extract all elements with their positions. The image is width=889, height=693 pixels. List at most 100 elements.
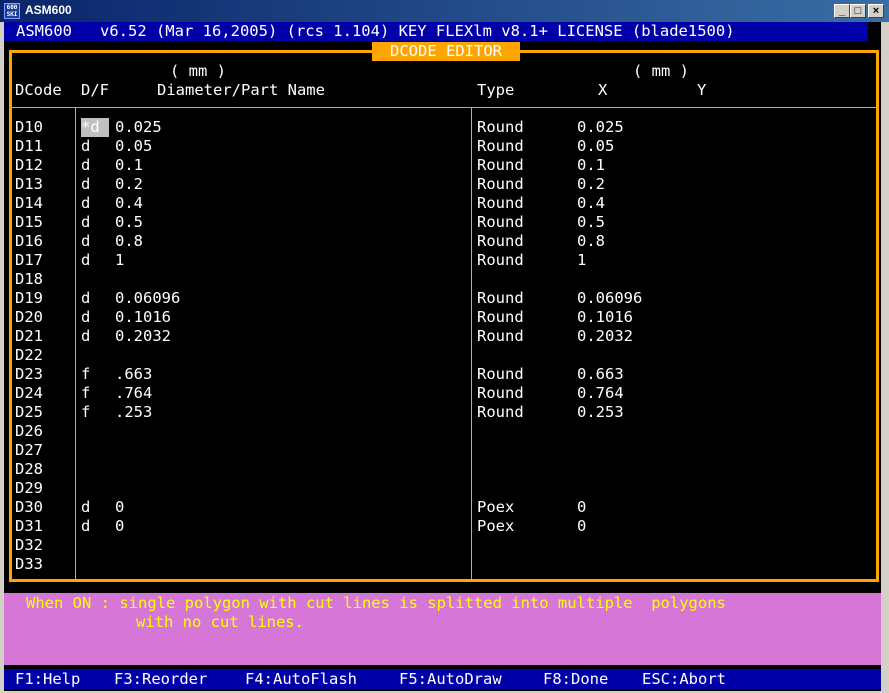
dcode-cell: D30 bbox=[15, 498, 43, 516]
dcode-cell: D10 bbox=[15, 118, 43, 136]
dcode-cell: D13 bbox=[15, 175, 43, 193]
df-cell: d bbox=[81, 289, 91, 307]
x-cell: 0.025 bbox=[577, 118, 624, 136]
maximize-button[interactable]: □ bbox=[850, 4, 866, 18]
x-cell: 0.764 bbox=[577, 384, 624, 402]
type-cell: Round bbox=[477, 213, 524, 231]
type-cell: Round bbox=[477, 118, 524, 136]
unit-label-right: ( mm ) bbox=[633, 62, 689, 80]
df-cell: f bbox=[81, 365, 91, 383]
title-bar: 600 SKI ASM600 _ □ × bbox=[0, 0, 889, 22]
x-cell: 1 bbox=[577, 251, 587, 269]
column-divider-type bbox=[471, 108, 472, 579]
x-cell: 0.1016 bbox=[577, 308, 633, 326]
dcode-cell: D29 bbox=[15, 479, 43, 497]
column-divider-dcode bbox=[75, 108, 76, 579]
diameter-cell: 1 bbox=[115, 251, 125, 269]
diameter-cell: .253 bbox=[115, 403, 153, 421]
header-divider bbox=[9, 107, 879, 108]
type-cell: Round bbox=[477, 327, 524, 345]
close-button[interactable]: × bbox=[868, 4, 884, 18]
x-cell: 0 bbox=[577, 517, 587, 535]
dcode-cell: D31 bbox=[15, 517, 43, 535]
help-message-line-2: with no cut lines. bbox=[136, 613, 304, 631]
f8-done-key[interactable]: F8:Done bbox=[543, 669, 608, 689]
dcode-cell: D11 bbox=[15, 137, 43, 155]
x-cell: 0.1 bbox=[577, 156, 605, 174]
diameter-cell: 0.025 bbox=[115, 118, 162, 136]
type-cell: Round bbox=[477, 251, 524, 269]
df-cell: d bbox=[81, 308, 91, 326]
x-cell: 0.5 bbox=[577, 213, 605, 231]
header-df: D/F bbox=[81, 81, 109, 99]
df-cell: d bbox=[81, 156, 91, 174]
dcode-cell: D15 bbox=[15, 213, 43, 231]
x-cell: 0.8 bbox=[577, 232, 605, 250]
esc-abort-key[interactable]: ESC:Abort bbox=[642, 669, 726, 689]
dcode-cell: D28 bbox=[15, 460, 43, 478]
type-cell: Round bbox=[477, 194, 524, 212]
function-key-bar: F1:Help F3:Reorder F4:AutoFlash F5:AutoD… bbox=[4, 669, 881, 689]
type-cell: Round bbox=[477, 384, 524, 402]
f5-autodraw-key[interactable]: F5:AutoDraw bbox=[399, 669, 502, 689]
diameter-cell: 0.2 bbox=[115, 175, 143, 193]
dcode-cell: D17 bbox=[15, 251, 43, 269]
f1-help-key[interactable]: F1:Help bbox=[15, 669, 80, 689]
dcode-cell: D23 bbox=[15, 365, 43, 383]
dcode-cell: D32 bbox=[15, 536, 43, 554]
df-cell: *d bbox=[81, 118, 109, 137]
type-cell: Round bbox=[477, 289, 524, 307]
x-cell: 0.663 bbox=[577, 365, 624, 383]
type-cell: Round bbox=[477, 403, 524, 421]
df-cell: d bbox=[81, 137, 91, 155]
diameter-cell: 0 bbox=[115, 498, 125, 516]
type-cell: Round bbox=[477, 232, 524, 250]
df-cell: d bbox=[81, 175, 91, 193]
diameter-cell: 0.05 bbox=[115, 137, 153, 155]
dcode-cell: D12 bbox=[15, 156, 43, 174]
diameter-cell: 0.2032 bbox=[115, 327, 171, 345]
df-cell: d bbox=[81, 251, 91, 269]
dcode-cell: D14 bbox=[15, 194, 43, 212]
x-cell: 0.06096 bbox=[577, 289, 643, 307]
version-info-bar: ASM600 v6.52 (Mar 16,2005) (rcs 1.104) K… bbox=[4, 22, 868, 41]
diameter-cell: 0.8 bbox=[115, 232, 143, 250]
minimize-button[interactable]: _ bbox=[834, 4, 850, 18]
diameter-cell: 0.1016 bbox=[115, 308, 171, 326]
type-cell: Round bbox=[477, 308, 524, 326]
x-cell: 0.2032 bbox=[577, 327, 633, 345]
type-cell: Round bbox=[477, 137, 524, 155]
df-cell: f bbox=[81, 403, 91, 421]
diameter-cell: 0.06096 bbox=[115, 289, 181, 307]
f3-reorder-key[interactable]: F3:Reorder bbox=[114, 669, 207, 689]
dcode-cell: D25 bbox=[15, 403, 43, 421]
diameter-cell: 0.4 bbox=[115, 194, 143, 212]
df-cell: d bbox=[81, 213, 91, 231]
diameter-cell: .764 bbox=[115, 384, 153, 402]
help-message-line-1: When ON : single polygon with cut lines … bbox=[26, 594, 726, 612]
dcode-cell: D16 bbox=[15, 232, 43, 250]
diameter-cell: 0.1 bbox=[115, 156, 143, 174]
type-cell: Round bbox=[477, 156, 524, 174]
unit-label-left: ( mm ) bbox=[170, 62, 226, 80]
header-type: Type bbox=[477, 81, 515, 99]
df-cell: d bbox=[81, 498, 91, 516]
x-cell: 0.05 bbox=[577, 137, 615, 155]
window-title: ASM600 bbox=[25, 3, 72, 17]
df-cell: d bbox=[81, 327, 91, 345]
header-y: Y bbox=[697, 81, 707, 99]
help-message-panel: When ON : single polygon with cut lines … bbox=[4, 593, 881, 665]
x-cell: 0 bbox=[577, 498, 587, 516]
x-cell: 0.253 bbox=[577, 403, 624, 421]
console-area: ASM600 v6.52 (Mar 16,2005) (rcs 1.104) K… bbox=[4, 22, 881, 691]
type-cell: Round bbox=[477, 175, 524, 193]
x-cell: 0.4 bbox=[577, 194, 605, 212]
df-cell: f bbox=[81, 384, 91, 402]
diameter-cell: 0 bbox=[115, 517, 125, 535]
f4-autoflash-key[interactable]: F4:AutoFlash bbox=[245, 669, 357, 689]
dcode-cell: D21 bbox=[15, 327, 43, 345]
df-cell: d bbox=[81, 232, 91, 250]
header-x: X bbox=[598, 81, 608, 99]
df-cell: d bbox=[81, 194, 91, 212]
dcode-cell: D26 bbox=[15, 422, 43, 440]
